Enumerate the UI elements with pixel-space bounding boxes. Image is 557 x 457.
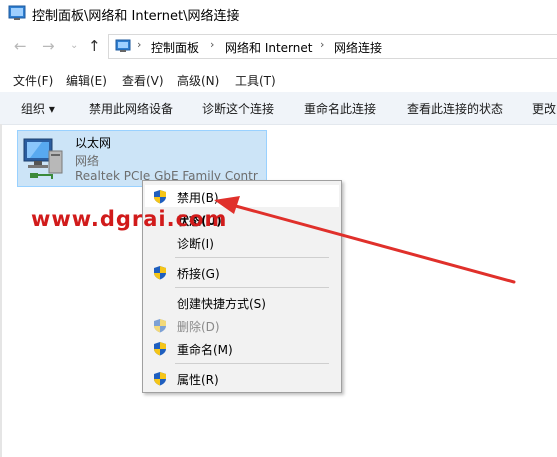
menu-separator <box>175 363 329 364</box>
watermark-text: www.dgrai.com <box>31 207 228 231</box>
breadcrumb-network-connections[interactable]: 网络连接 <box>334 39 382 56</box>
recent-dropdown-icon[interactable]: ⌄ <box>70 37 78 55</box>
breadcrumb-control-panel[interactable]: 控制面板 <box>151 39 199 56</box>
control-panel-icon <box>115 39 131 52</box>
uac-shield-icon <box>154 190 166 204</box>
connection-name: 以太网 <box>75 136 112 150</box>
menu-separator <box>175 257 329 258</box>
menu-item-label: 诊断(I) <box>177 237 214 251</box>
menu-item-bridge[interactable]: 桥接(G) <box>145 261 339 283</box>
address-bar[interactable]: › 控制面板 › 网络和 Internet › 网络连接 <box>108 34 557 59</box>
menu-item-label: 禁用(B) <box>177 191 219 205</box>
menu-advanced[interactable]: 高级(N) <box>177 72 219 89</box>
menu-item-disable[interactable]: 禁用(B) <box>145 185 339 207</box>
forward-arrow-icon[interactable]: → <box>42 37 55 55</box>
menu-item-diagnose[interactable]: 诊断(I) <box>145 231 339 253</box>
up-arrow-icon[interactable]: ↑ <box>88 37 101 55</box>
window-title: 控制面板\网络和 Internet\网络连接 <box>32 9 240 24</box>
menu-item-rename[interactable]: 重命名(M) <box>145 337 339 359</box>
breadcrumb-separator-icon: › <box>137 38 142 51</box>
left-edge <box>0 124 2 457</box>
menu-item-properties[interactable]: 属性(R) <box>145 367 339 389</box>
uac-shield-icon <box>154 342 166 356</box>
menu-item-delete: 删除(D) <box>145 314 339 336</box>
menu-item-label: 属性(R) <box>177 373 219 387</box>
network-computer-icon <box>23 138 63 179</box>
menu-file[interactable]: 文件(F) <box>13 72 53 89</box>
menu-item-label: 删除(D) <box>177 320 220 334</box>
title-bar: 控制面板\网络和 Internet\网络连接 <box>0 0 557 28</box>
menu-item-label: 重命名(M) <box>177 343 233 357</box>
uac-shield-icon <box>154 319 166 333</box>
breadcrumb-separator-icon: › <box>320 38 325 51</box>
menu-item-label: 桥接(G) <box>177 267 220 281</box>
navigation-row: ← → ⌄ ↑ › 控制面板 › 网络和 Internet › 网络连接 <box>0 28 557 64</box>
menu-tools[interactable]: 工具(T) <box>235 72 276 89</box>
organize-button[interactable]: 组织 ▾ <box>21 100 55 117</box>
uac-shield-icon <box>154 372 166 386</box>
change-button[interactable]: 更改 <box>532 100 556 117</box>
menu-view[interactable]: 查看(V) <box>122 72 164 89</box>
breadcrumb-separator-icon: › <box>210 38 215 51</box>
control-panel-icon <box>8 5 26 20</box>
breadcrumb-network-internet[interactable]: 网络和 Internet <box>225 39 312 56</box>
disable-device-button[interactable]: 禁用此网络设备 <box>89 100 173 117</box>
connection-status: 网络 <box>75 154 100 168</box>
rename-button[interactable]: 重命名此连接 <box>304 100 376 117</box>
menu-separator <box>175 287 329 288</box>
menu-bar: 文件(F) 编辑(E) 查看(V) 高级(N) 工具(T) <box>0 68 557 90</box>
view-status-button[interactable]: 查看此连接的状态 <box>407 100 503 117</box>
menu-item-label: 创建快捷方式(S) <box>177 297 266 311</box>
uac-shield-icon <box>154 266 166 280</box>
menu-item-create-shortcut[interactable]: 创建快捷方式(S) <box>145 291 339 313</box>
back-arrow-icon[interactable]: ← <box>14 37 27 55</box>
command-bar: 组织 ▾ 禁用此网络设备 诊断这个连接 重命名此连接 查看此连接的状态 更改 <box>0 92 557 125</box>
ethernet-connection-tile[interactable]: 以太网 网络 Realtek PCIe GbE Family Contr <box>17 130 267 187</box>
diagnose-button[interactable]: 诊断这个连接 <box>202 100 274 117</box>
menu-edit[interactable]: 编辑(E) <box>66 72 107 89</box>
